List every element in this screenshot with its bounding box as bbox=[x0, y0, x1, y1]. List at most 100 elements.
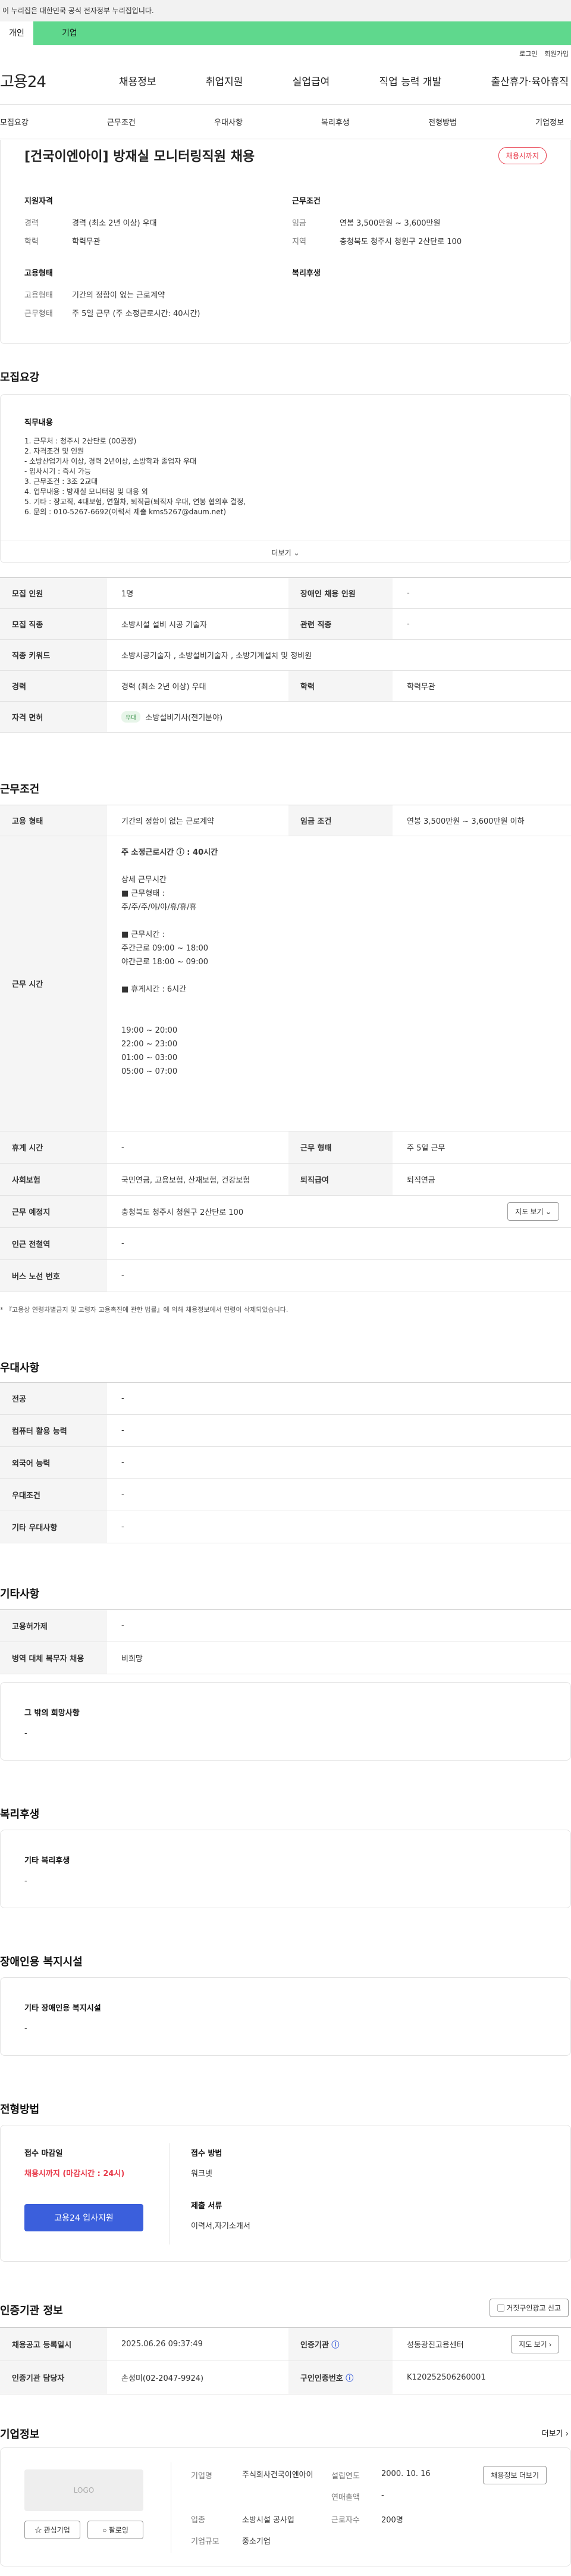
work-time-line: ■ 근무시간 : bbox=[121, 930, 165, 939]
wish-card: 그 밖의 희망사항 - bbox=[0, 1682, 571, 1761]
table-row: 경력 경력 (최소 2년 이상) 우대 학력 학력무관 bbox=[0, 671, 571, 702]
table-row: 버스 노선 번호 - bbox=[0, 1260, 571, 1292]
job-title: [건국이엔아이] 방재실 모니터링직원 채용 bbox=[24, 149, 255, 164]
duty-line: 3. 근무조건 : 3조 2교대 bbox=[24, 477, 98, 486]
row-value: - bbox=[121, 1621, 124, 1630]
disabled-card: 기타 장애인용 복지시설 - bbox=[0, 1977, 571, 2056]
anchor-company[interactable]: 기업정보 bbox=[535, 116, 564, 127]
pref-heading: 우대사항 bbox=[0, 1362, 40, 1374]
row-value: 성동광진고용센터 bbox=[407, 2341, 464, 2350]
row-label: 임금 조건 bbox=[288, 805, 393, 836]
company-logo: LOGO bbox=[24, 2469, 143, 2511]
table-row: 인증기관 담당자 손성미(02-2047-9924) 구인인증번호 ⓘ K120252… bbox=[0, 2361, 571, 2394]
row-label: 근무 예정지 bbox=[0, 1196, 107, 1227]
duty-text: 1. 근무처 : 청주시 2산단로 (00공장) 2. 자격조건 및 인원 - 소방… bbox=[24, 436, 246, 517]
found-value: 2000. 10. 16 bbox=[381, 2469, 431, 2478]
edu-value: 학력무관 bbox=[72, 237, 101, 246]
row-value: - bbox=[407, 589, 410, 598]
row-label: 퇴직급여 bbox=[288, 1164, 393, 1195]
row-label: 근무 시간 bbox=[0, 836, 107, 1131]
section-anchor-nav: 모집요강 근무조건 우대사항 복리후생 전형방법 기업정보 bbox=[0, 105, 571, 139]
apply-button[interactable]: 고용24 입사지원 bbox=[24, 2204, 143, 2231]
emp-heading: 고용형태 bbox=[24, 269, 53, 278]
company-more-link[interactable]: 더보기 › bbox=[542, 2427, 569, 2439]
edu-label: 학력 bbox=[24, 237, 39, 246]
duty-heading: 직무내용 bbox=[24, 418, 53, 427]
utility-links: 로그인 회원가입 bbox=[0, 45, 571, 58]
duty-line: 4. 업무내용 : 방재실 모니터링 및 대응 외 bbox=[24, 487, 148, 496]
row-label: 관련 직종 bbox=[288, 609, 393, 639]
docs-value: 이력서,자기소개서 bbox=[191, 2222, 250, 2231]
signup-link[interactable]: 회원가입 bbox=[545, 50, 569, 58]
anchor-screening[interactable]: 전형방법 bbox=[428, 116, 457, 127]
row-value: 소방설비기사(전기분야) bbox=[145, 714, 223, 723]
site-logo[interactable]: 고용24 bbox=[0, 70, 119, 92]
global-nav: 고용24 채용정보 취업지원 실업급여 직업 능력 개발 출산휴가·육아휴직 bbox=[0, 57, 571, 105]
row-label: 고용 형태 bbox=[0, 805, 107, 836]
anchor-pref[interactable]: 우대사항 bbox=[214, 116, 243, 127]
gnb-employment-support[interactable]: 취업지원 bbox=[206, 73, 243, 88]
work-time-line bbox=[121, 914, 218, 928]
docs-label: 제출 서류 bbox=[191, 2202, 222, 2211]
info-icon[interactable]: ⓘ bbox=[331, 2339, 339, 2350]
row-value: - bbox=[121, 1271, 124, 1280]
gnb-leave[interactable]: 출산휴가·육아휴직 bbox=[491, 73, 569, 88]
table-row: 전공 - bbox=[0, 1383, 571, 1415]
table-row: 자격 면허 우대 소방설비기사(전기분야) bbox=[0, 702, 571, 733]
gnb-jobs[interactable]: 채용정보 bbox=[119, 73, 156, 88]
work-time-line: ■ 근무형태 : bbox=[121, 889, 165, 898]
career-value: 경력 (최소 2년 이상) 우대 bbox=[72, 219, 157, 228]
row-value: 학력무관 bbox=[407, 683, 435, 692]
info-icon[interactable]: ⓘ bbox=[346, 2372, 353, 2383]
company-jobs-button[interactable]: 채용정보 더보기 bbox=[483, 2466, 547, 2484]
etc-heading: 기타사항 bbox=[0, 1588, 40, 1600]
row-label: 사회보험 bbox=[0, 1164, 107, 1195]
gnb-unemployment[interactable]: 실업급여 bbox=[293, 73, 330, 88]
inst-map-button[interactable]: 지도 보기 › bbox=[511, 2335, 559, 2353]
work-time-line bbox=[121, 996, 218, 1010]
company-name-label: 기업명 bbox=[191, 2472, 212, 2481]
row-label: 모집 직종 bbox=[0, 609, 107, 639]
follow-button[interactable]: ○ 팔로잉 bbox=[87, 2521, 143, 2539]
row-label: 구인인증번호 ⓘ bbox=[288, 2361, 393, 2394]
work-time-line: 01:00 ~ 03:00 bbox=[121, 1053, 178, 1062]
row-label: 병역 대체 복무자 채용 bbox=[0, 1642, 107, 1674]
chevron-right-icon: › bbox=[565, 2430, 569, 2439]
sales-value: - bbox=[381, 2491, 384, 2500]
duty-line: 6. 문의 : 010-5267-6692(이력서 제출 kms5267@dau… bbox=[24, 508, 227, 516]
work-time-line bbox=[121, 859, 218, 873]
table-row: 근무 예정지 충청북도 청주시 청원구 2산단로 100 지도 보기 ⌄ bbox=[0, 1196, 571, 1228]
report-button[interactable]: ▢ 거짓구인광고 신고 bbox=[489, 2299, 569, 2317]
size-label: 기업규모 bbox=[191, 2537, 219, 2546]
audience-tabs: 개인 기업 bbox=[0, 21, 571, 45]
anchor-recruit[interactable]: 모집요강 bbox=[0, 116, 29, 127]
more-button[interactable]: 더보기 ⌄ bbox=[1, 540, 570, 558]
disabled-value: - bbox=[24, 2024, 27, 2033]
gnb-training[interactable]: 직업 능력 개발 bbox=[379, 73, 442, 88]
duty-line: 1. 근무처 : 청주시 2산단로 (00공장) bbox=[24, 437, 137, 445]
fav-company-button[interactable]: ☆ 관심기업 bbox=[24, 2521, 80, 2539]
row-label: 버스 노선 번호 bbox=[0, 1260, 107, 1292]
row-label: 전공 bbox=[0, 1383, 107, 1414]
row-value: - bbox=[121, 1523, 124, 1531]
duty-line: - 입사시기 : 즉시 가능 bbox=[24, 467, 91, 476]
anchor-welfare[interactable]: 복리후생 bbox=[321, 116, 350, 127]
row-label: 인증기관 담당자 bbox=[0, 2361, 107, 2394]
row-value: 국민연금, 고용보험, 산재보험, 건강보험 bbox=[121, 1176, 250, 1185]
screening-card: 접수 마감일 채용시까지 (마감시간 : 24시) 고용24 입사지원 접수 방… bbox=[0, 2125, 571, 2262]
tab-company[interactable]: 기업 bbox=[33, 21, 77, 45]
anchor-workcond[interactable]: 근무조건 bbox=[107, 116, 136, 127]
row-label: 고용허가제 bbox=[0, 1610, 107, 1642]
login-link[interactable]: 로그인 bbox=[519, 50, 537, 58]
tab-individual[interactable]: 개인 bbox=[0, 21, 33, 45]
row-label: 자격 면허 bbox=[0, 702, 107, 732]
table-row: 외국어 능력 - bbox=[0, 1447, 571, 1479]
company-heading: 기업정보 bbox=[0, 2428, 40, 2441]
row-value: K120252506260001 bbox=[407, 2373, 486, 2382]
row-label: 모집 인원 bbox=[0, 578, 107, 608]
wage-label: 임금 bbox=[292, 219, 306, 228]
map-button[interactable]: 지도 보기 ⌄ bbox=[507, 1202, 559, 1221]
table-row: 사회보험 국민연금, 고용보험, 산재보험, 건강보험 퇴직급여 퇴직연금 bbox=[0, 1164, 571, 1196]
sales-label: 연매출액 bbox=[331, 2493, 360, 2502]
emptype-value: 기간의 정함이 없는 근로계약 bbox=[72, 291, 165, 300]
